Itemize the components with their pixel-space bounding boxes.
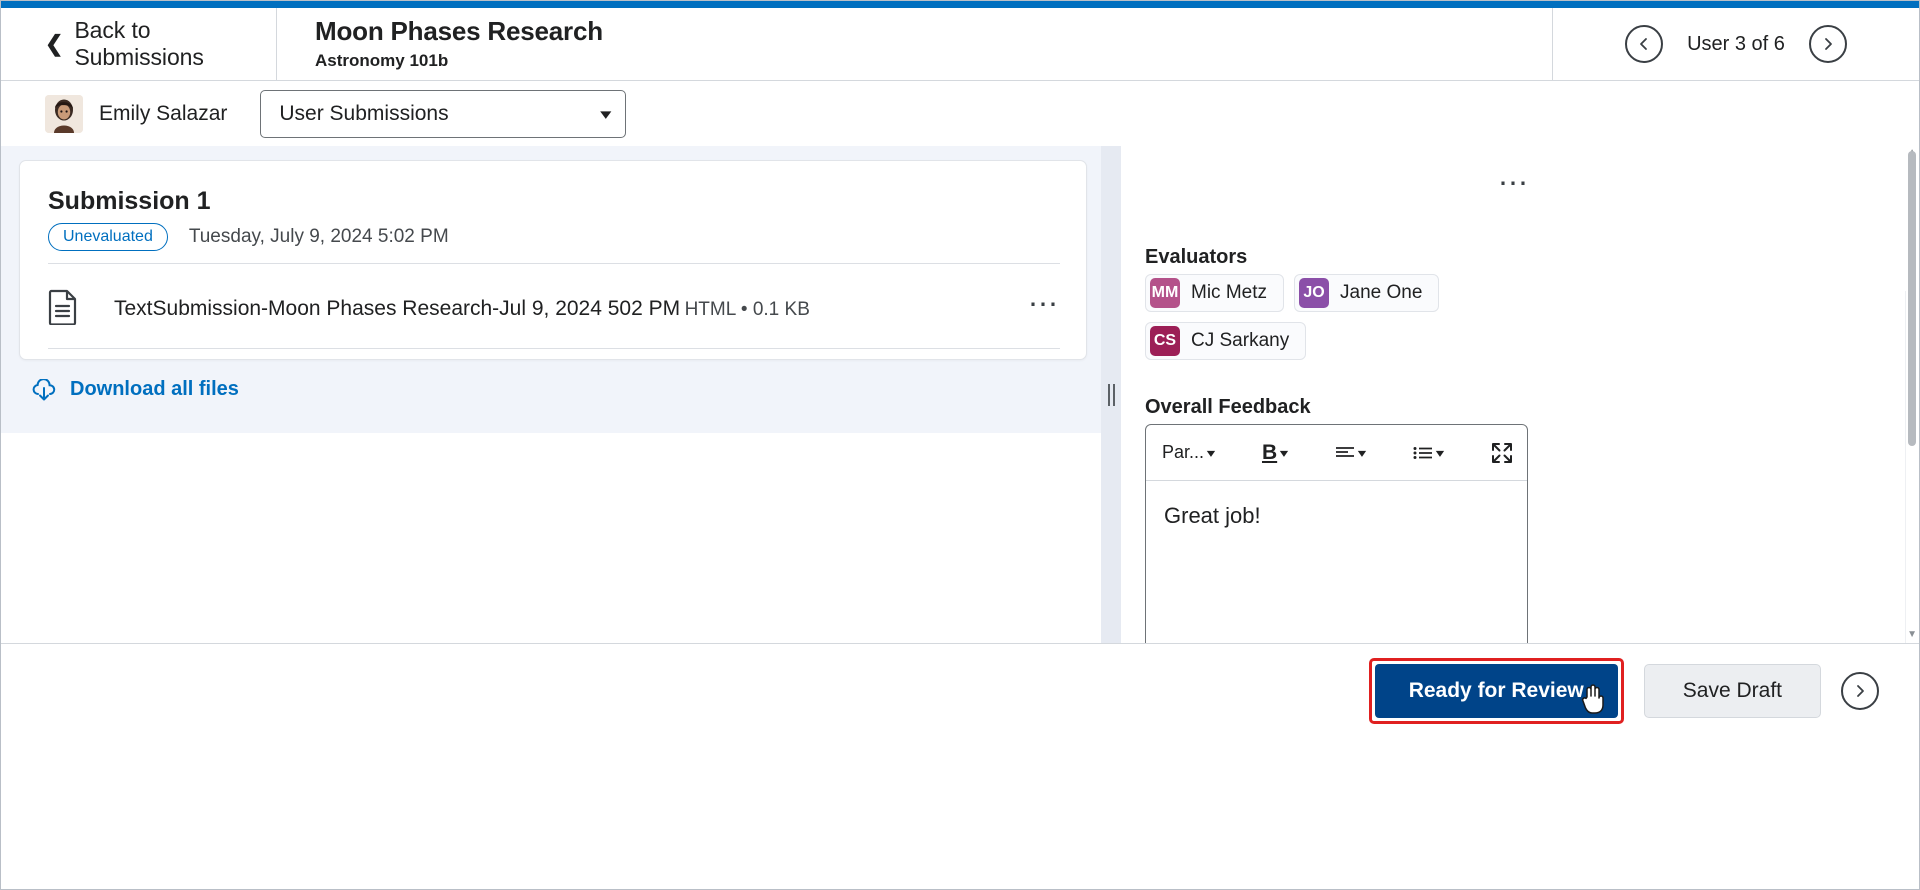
evaluator-initials: JO [1299,278,1329,308]
page-subtitle: Astronomy 101b [315,50,449,70]
submission-view-select-value: User Submissions [279,101,449,125]
submission-card: Submission 1 Unevaluated Tuesday, July 9… [19,160,1087,360]
content-area: Submission 1 Unevaluated Tuesday, July 9… [1,146,1919,788]
file-list-item[interactable]: TextSubmission-Moon Phases Research-Jul … [48,271,1060,347]
scrollbar-thumb[interactable] [1908,151,1916,446]
page-header: ❮ Back to Submissions Moon Phases Resear… [1,7,1919,81]
evaluator-name: Mic Metz [1191,282,1267,303]
chevron-down-icon: ▾ [1435,445,1445,460]
submission-evaluation-page: ❮ Back to Submissions Moon Phases Resear… [0,0,1920,890]
overall-feedback-label: Overall Feedback [1145,396,1311,418]
evaluator-initials: MM [1150,278,1180,308]
align-dropdown[interactable]: ▾ [1331,444,1369,462]
bold-dropdown[interactable]: B ▾ [1258,439,1291,467]
evaluator-initials: CS [1150,326,1180,356]
back-to-submissions-button[interactable]: ❮ Back to Submissions [1,7,277,81]
ready-for-review-button[interactable]: Ready for Review [1374,664,1618,718]
evaluators-label: Evaluators [1145,246,1248,268]
paragraph-format-label: Par... [1162,442,1205,462]
user-avatar-image [45,94,83,133]
chevron-down-icon: ▾ [599,105,612,123]
file-more-options-button[interactable]: ⋯ [1028,290,1060,320]
submission-meta: Unevaluated Tuesday, July 9, 2024 5:02 P… [48,223,449,252]
save-draft-button[interactable]: Save Draft [1643,664,1821,718]
evaluator-chip[interactable]: CS CJ Sarkany [1145,322,1307,360]
user-navigation: User 3 of 6 [1552,7,1919,81]
fullscreen-icon [1492,442,1513,463]
download-all-files-link[interactable]: Download all files [31,378,239,401]
student-bar: Emily Salazar User Submissions ▾ [1,81,1919,146]
avatar [45,94,83,133]
header-title-block: Moon Phases Research Astronomy 101b [277,8,603,81]
user-position-label: User 3 of 6 [1687,32,1785,55]
pane-resize-handle[interactable] [1101,146,1121,643]
divider-top [48,263,1060,264]
chevron-down-icon: ▾ [1206,445,1216,460]
footer-buttons: Ready for Review Save Draft [1368,658,1879,724]
back-to-submissions-label: Back to Submissions [74,17,204,70]
circle-chevron-right-icon [1857,685,1864,697]
paragraph-format-dropdown[interactable]: Par... ▾ [1158,440,1218,465]
list-dropdown[interactable]: ▾ [1409,444,1447,462]
evaluation-pane: ⋯ Evaluators MM Mic Metz JO Jane One CS … [1121,146,1919,644]
divider-bottom [48,348,1060,349]
evaluator-chip[interactable]: JO Jane One [1294,274,1440,312]
overall-feedback-editor: Par... ▾ B ▾ ▾ ▾ Great job! [1145,424,1528,644]
document-icon [48,289,88,330]
student-name: Emily Salazar [99,101,228,125]
status-badge: Unevaluated [48,223,168,252]
file-meta: TextSubmission-Moon Phases Research-Jul … [114,297,1028,321]
evaluator-name: CJ Sarkany [1191,330,1290,351]
evaluators-list: MM Mic Metz JO Jane One CS CJ Sarkany [1145,274,1545,360]
cloud-download-icon [32,378,56,400]
action-footer: Ready for Review Save Draft [1,643,1919,889]
submission-view-select[interactable]: User Submissions ▾ [260,89,627,138]
align-left-icon [1336,446,1355,457]
submissions-pane: Submission 1 Unevaluated Tuesday, July 9… [1,146,1101,643]
file-type: HTML [684,299,736,320]
page-title: Moon Phases Research [315,16,603,47]
file-details: HTML • 0.1 KB [685,299,810,320]
circle-chevron-left-icon [1640,38,1647,50]
evaluator-chip[interactable]: MM Mic Metz [1145,274,1284,312]
chevron-left-icon: ❮ [45,31,64,56]
bold-icon: B [1261,440,1278,464]
file-size: 0.1 KB [752,299,810,320]
file-name: TextSubmission-Moon Phases Research-Jul … [114,297,681,320]
ready-for-review-highlight: Ready for Review [1368,658,1624,724]
header-spacer [603,8,1552,81]
submission-title: Submission 1 [48,187,211,215]
evaluation-more-options-button[interactable]: ⋯ [1498,169,1530,199]
editor-toolbar: Par... ▾ B ▾ ▾ ▾ [1146,425,1527,481]
circle-chevron-right-icon [1825,38,1832,50]
next-user-button[interactable] [1808,25,1847,63]
chevron-down-icon: ▾ [1279,445,1289,460]
footer-next-button[interactable] [1841,672,1879,710]
chevron-down-icon: ▾ [1357,445,1367,460]
evaluator-name: Jane One [1340,282,1423,303]
submission-timestamp: Tuesday, July 9, 2024 5:02 PM [188,226,449,248]
scroll-down-arrow[interactable]: ▼ [1907,629,1917,640]
pane-white-area [1,433,1101,643]
download-all-files-label: Download all files [70,378,239,400]
file-separator: • [740,299,748,320]
feedback-text-area[interactable]: Great job! [1146,481,1527,529]
fullscreen-button[interactable] [1487,440,1517,466]
resize-grip-icon [1107,383,1115,406]
previous-user-button[interactable] [1625,25,1664,63]
bullet-list-icon [1413,446,1433,459]
